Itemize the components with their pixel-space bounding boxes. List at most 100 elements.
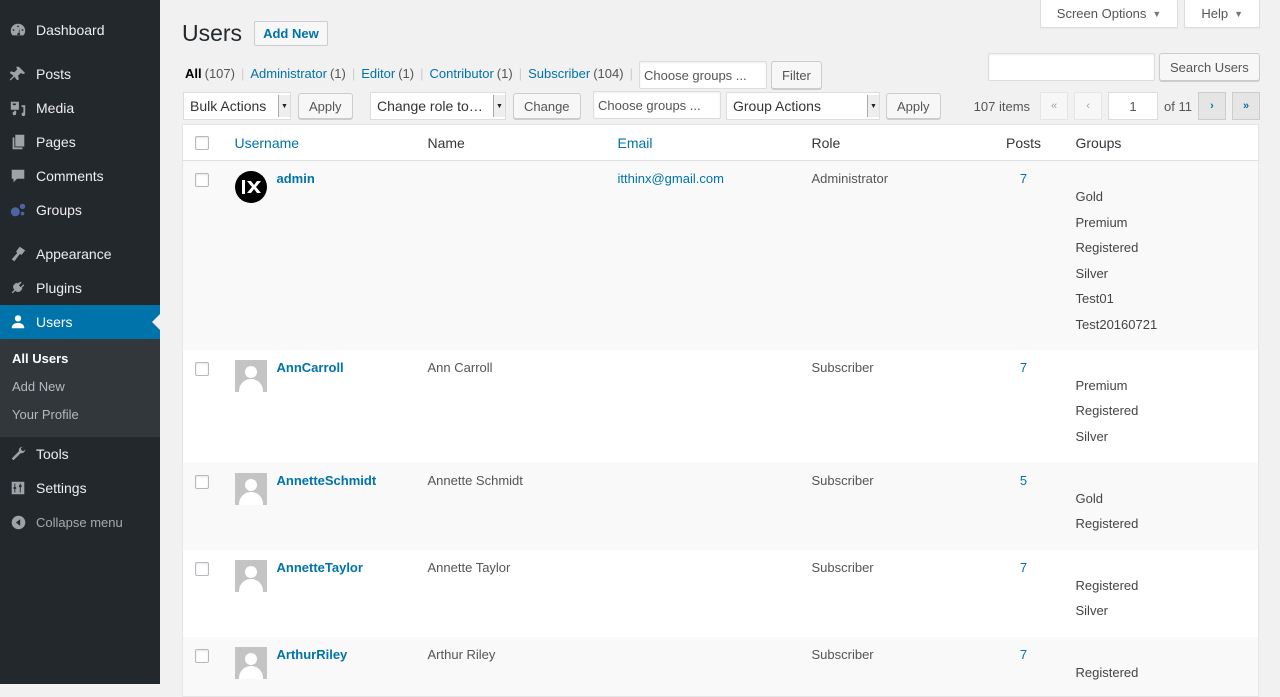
column-username[interactable]: Username [224,124,418,161]
prev-page-button[interactable]: ‹ [1074,92,1103,120]
group-actions-select[interactable]: Group Actions ▼ [726,92,880,120]
role-filter-views: All (107) | Administrator (1) | Editor (1) | C… [185,66,639,81]
change-role-select[interactable]: Change role to… ▼ [370,92,506,120]
email-cell [608,637,802,697]
name-cell: Ann Carroll [427,359,493,375]
view-count: (1) [496,66,513,81]
posts-count-link[interactable]: 5 [982,463,1066,550]
filter-button[interactable]: Filter [771,61,822,89]
groups-cell: Premium Registered Silver [1066,350,1259,463]
posts-count-link[interactable]: 7 [982,161,1066,350]
sidebar-item-users[interactable]: Users [0,305,160,339]
username-cell: AnnetteSchmidt [225,463,418,550]
sidebar-item-settings[interactable]: Settings [0,471,160,505]
posts-count-link[interactable]: 7 [982,637,1066,697]
sidebar-item-media[interactable]: Media [0,91,160,125]
posts-count-link[interactable]: 7 [982,350,1066,463]
next-page-button[interactable]: › [1198,92,1226,120]
submenu-add-new[interactable]: Add New [0,373,160,401]
username-cell: ArthurRiley [225,637,418,697]
search-users-button[interactable]: Search Users [1159,53,1260,81]
sidebar-item-appearance[interactable]: Appearance [0,237,160,271]
submenu-your-profile[interactable]: Your Profile [0,401,160,429]
separator: | [518,66,523,81]
pages-icon [0,133,36,151]
view-count: (1) [329,66,346,81]
users-table: Username Name Email Role Posts Groups ad… [182,124,1259,697]
name-cell [418,161,608,350]
search-users-input[interactable] [988,53,1155,81]
select-all-checkbox[interactable] [195,135,209,150]
row-checkbox[interactable] [195,361,209,376]
sidebar-item-posts[interactable]: Posts [0,57,160,91]
sidebar-item-plugins[interactable]: Plugins [0,271,160,305]
bulk-actions-select[interactable]: Bulk Actions ▼ [183,92,291,120]
username-link[interactable]: AnnCarroll [277,360,344,375]
last-page-button[interactable]: » [1232,92,1260,120]
sidebar-item-comments[interactable]: Comments [0,159,160,193]
user-icon [0,313,36,331]
column-email[interactable]: Email [607,124,802,161]
total-pages: of 11 [1164,98,1192,114]
separator: | [351,66,356,81]
view-editor[interactable]: Editor [361,66,395,81]
row-checkbox[interactable] [195,474,209,489]
group-label: Gold [1075,189,1103,204]
row-checkbox-cell [183,550,225,637]
table-row: admin itthinx@gmail.com Administrator 7 … [182,160,1259,350]
dropdown-arrow-icon: ▼ [867,95,879,117]
row-checkbox[interactable] [195,173,209,187]
username-link[interactable]: AnnetteTaylor [277,560,363,575]
username-link[interactable]: admin [277,171,315,186]
view-subscriber[interactable]: Subscriber [528,66,590,81]
first-page-button[interactable]: « [1040,92,1069,120]
filter-groups-input[interactable]: Choose groups ... [639,61,767,89]
row-checkbox[interactable] [195,561,209,576]
view-contributor[interactable]: Contributor [429,66,493,81]
bulk-groups-input[interactable]: Choose groups ... [593,91,721,119]
group-label: Registered [1075,577,1139,593]
group-apply-button[interactable]: Apply [886,93,941,119]
role-cell: Subscriber [811,646,874,662]
table-row: AnnCarroll Ann Carroll Subscriber 7 Prem… [183,350,1259,463]
select-all-cell [182,124,225,161]
add-new-user-button[interactable]: Add New [254,21,328,46]
help-label: Help [1201,6,1229,21]
sidebar-item-groups[interactable]: Groups [0,193,160,227]
sidebar-item-label: Tools [36,446,69,462]
sidebar-item-tools[interactable]: Tools [0,437,160,471]
sidebar-item-dashboard[interactable]: Dashboard [0,13,160,47]
group-label: Silver [1075,428,1109,444]
group-label: Premium [1075,377,1128,393]
group-label: Test20160721 [1075,316,1158,332]
view-count: (107) [204,66,235,81]
dropdown-arrow-icon: ▼ [278,95,290,117]
row-checkbox-cell [183,463,225,550]
view-administrator[interactable]: Administrator [250,66,327,81]
group-label: Registered [1075,403,1139,418]
dropdown-arrow-icon: ▼ [493,95,505,117]
help-button[interactable]: Help ▼ [1184,0,1260,28]
sidebar-item-pages[interactable]: Pages [0,125,160,159]
separator: | [420,66,424,81]
username-link[interactable]: ArthurRiley [277,647,348,662]
group-label: Test01 [1075,291,1114,306]
comment-icon [0,167,36,185]
username-link[interactable]: AnnetteSchmidt [277,473,377,488]
collapse-menu-button[interactable]: Collapse menu [0,505,160,539]
current-page-input[interactable]: 1 [1108,92,1159,120]
group-label: Silver [1075,603,1109,618]
view-all[interactable]: All [185,66,202,81]
posts-count-link[interactable]: 7 [982,550,1066,637]
bulk-apply-button[interactable]: Apply [298,93,353,119]
change-role-button[interactable]: Change [513,93,581,119]
wrench-icon [0,445,36,463]
row-checkbox[interactable] [195,648,209,663]
submenu-all-users[interactable]: All Users [0,345,160,373]
sidebar-item-label: Comments [36,168,104,184]
screen-options-button[interactable]: Screen Options ▼ [1039,0,1179,28]
separator: | [629,66,633,81]
view-count: (104) [593,66,624,81]
email-link[interactable]: itthinx@gmail.com [618,171,724,186]
role-cell: Administrator [811,171,889,186]
